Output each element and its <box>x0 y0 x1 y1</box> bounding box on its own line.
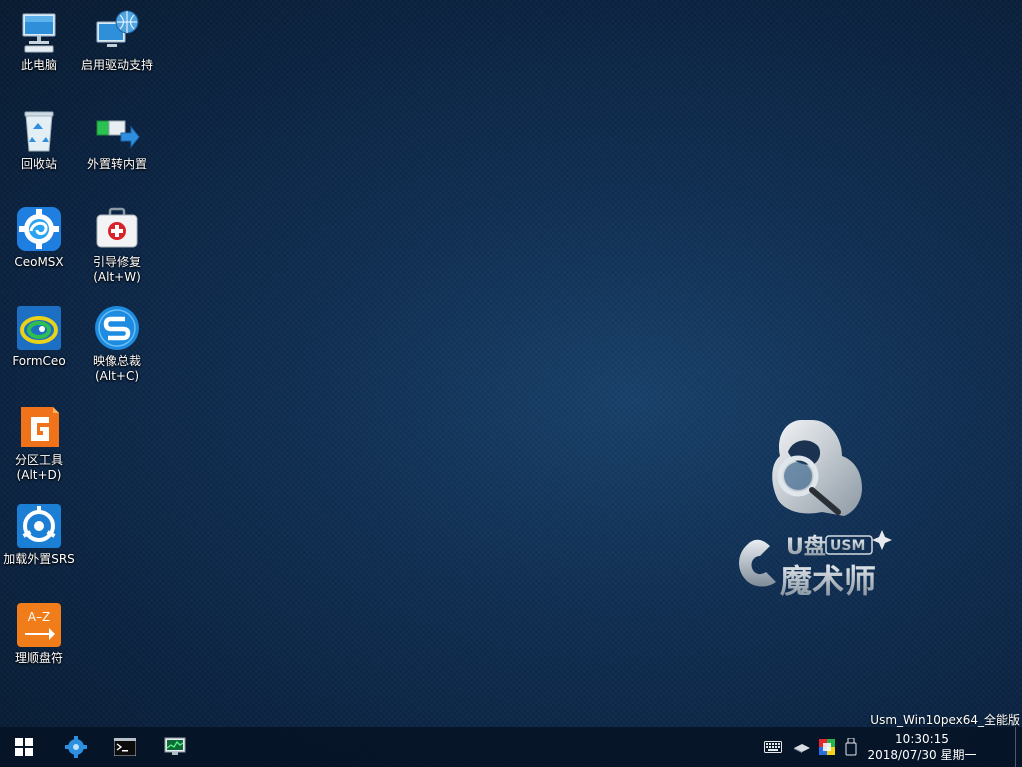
tray-keyboard[interactable] <box>763 737 783 757</box>
icon-label: 理顺盘符 <box>14 651 63 665</box>
desktop: 此电脑 回收站 CeoMSX FormCeo 分区工具 (Alt+D) 加载外置… <box>0 0 1022 767</box>
desktop-icon-formceo[interactable]: FormCeo <box>0 304 78 369</box>
icon-label: 外置转内置 <box>86 157 147 171</box>
svg-text:A–Z: A–Z <box>28 610 50 624</box>
s-logo-icon <box>95 306 139 350</box>
icon-label: CeoMSX <box>14 255 64 269</box>
keyboard-icon <box>764 741 782 753</box>
logo-text-bottom: 魔术师 <box>780 562 876 600</box>
computer-icon <box>22 13 56 53</box>
taskbar: 10:30:15 2018/07/30 星期一 <box>0 727 1022 767</box>
icon-label: 分区工具 <box>14 453 63 467</box>
icon-shortcut: (Alt+D) <box>16 468 62 482</box>
command-prompt-icon <box>114 738 136 756</box>
network-globe-icon <box>96 10 139 47</box>
taskbar-app-taskmgr[interactable] <box>151 727 199 767</box>
icon-label: 回收站 <box>20 157 57 171</box>
icon-label: 启用驱动支持 <box>80 58 153 72</box>
icon-label: 映像总裁 <box>92 354 141 368</box>
logo-text-top: U盘 <box>786 534 826 560</box>
tray-display-color[interactable] <box>817 737 837 757</box>
version-watermark: Usm_Win10pex64_全能版 <box>870 713 1020 727</box>
a-z-sort-icon: A–Z <box>17 603 61 647</box>
recycle-bin-icon <box>24 111 54 152</box>
convert-arrow-icon <box>96 120 140 149</box>
network-icon <box>794 744 810 753</box>
taskbar-clock[interactable]: 10:30:15 2018/07/30 星期一 <box>852 731 992 763</box>
usm-brand-logo: U盘 USM 魔术师 <box>739 420 892 600</box>
desktop-icon-enable-driver[interactable]: 启用驱动支持 <box>78 8 156 73</box>
desktop-icon-partition-tool[interactable]: 分区工具 (Alt+D) <box>0 403 78 483</box>
swirl-icon <box>17 306 61 350</box>
icon-shortcut: (Alt+C) <box>94 369 140 383</box>
gear-swirl-icon <box>17 207 61 251</box>
clock-time: 10:30:15 <box>895 732 949 746</box>
desktop-icon-recycle-bin[interactable]: 回收站 <box>0 107 78 172</box>
icon-label: 加载外置SRS <box>3 552 75 566</box>
icon-label: 引导修复 <box>92 255 141 269</box>
desktop-icon-drive-letter[interactable]: A–Z 理顺盘符 <box>0 601 78 666</box>
desktop-icon-this-pc[interactable]: 此电脑 <box>0 8 78 73</box>
start-windows-icon <box>15 738 33 756</box>
start-button[interactable] <box>0 727 48 767</box>
desktop-icon-external-to-internal[interactable]: 外置转内置 <box>78 107 156 172</box>
partition-g-icon <box>21 407 59 447</box>
icon-label: 此电脑 <box>20 58 57 72</box>
show-desktop-button[interactable] <box>1015 727 1022 767</box>
desktop-icon-image-master[interactable]: 映像总裁 (Alt+C) <box>78 304 156 384</box>
usb-gear-icon <box>17 504 61 548</box>
desktop-icon-boot-repair[interactable]: 引导修复 (Alt+W) <box>78 205 156 285</box>
tray-network[interactable] <box>792 737 812 757</box>
desktop-icon-load-srs[interactable]: 加载外置SRS <box>0 502 78 567</box>
taskbar-app-settings[interactable] <box>52 727 100 767</box>
icon-label: FormCeo <box>12 354 66 368</box>
gear-puzzle-icon <box>65 736 87 758</box>
icon-shortcut: (Alt+W) <box>93 270 141 284</box>
task-manager-icon <box>164 737 186 755</box>
color-palette-icon <box>819 739 835 755</box>
desktop-icon-ceomsx[interactable]: CeoMSX <box>0 205 78 270</box>
clock-date: 2018/07/30 星期一 <box>867 748 977 762</box>
logo-badge: USM <box>830 538 865 554</box>
first-aid-kit-icon <box>96 207 138 248</box>
taskbar-app-cmd[interactable] <box>101 727 149 767</box>
